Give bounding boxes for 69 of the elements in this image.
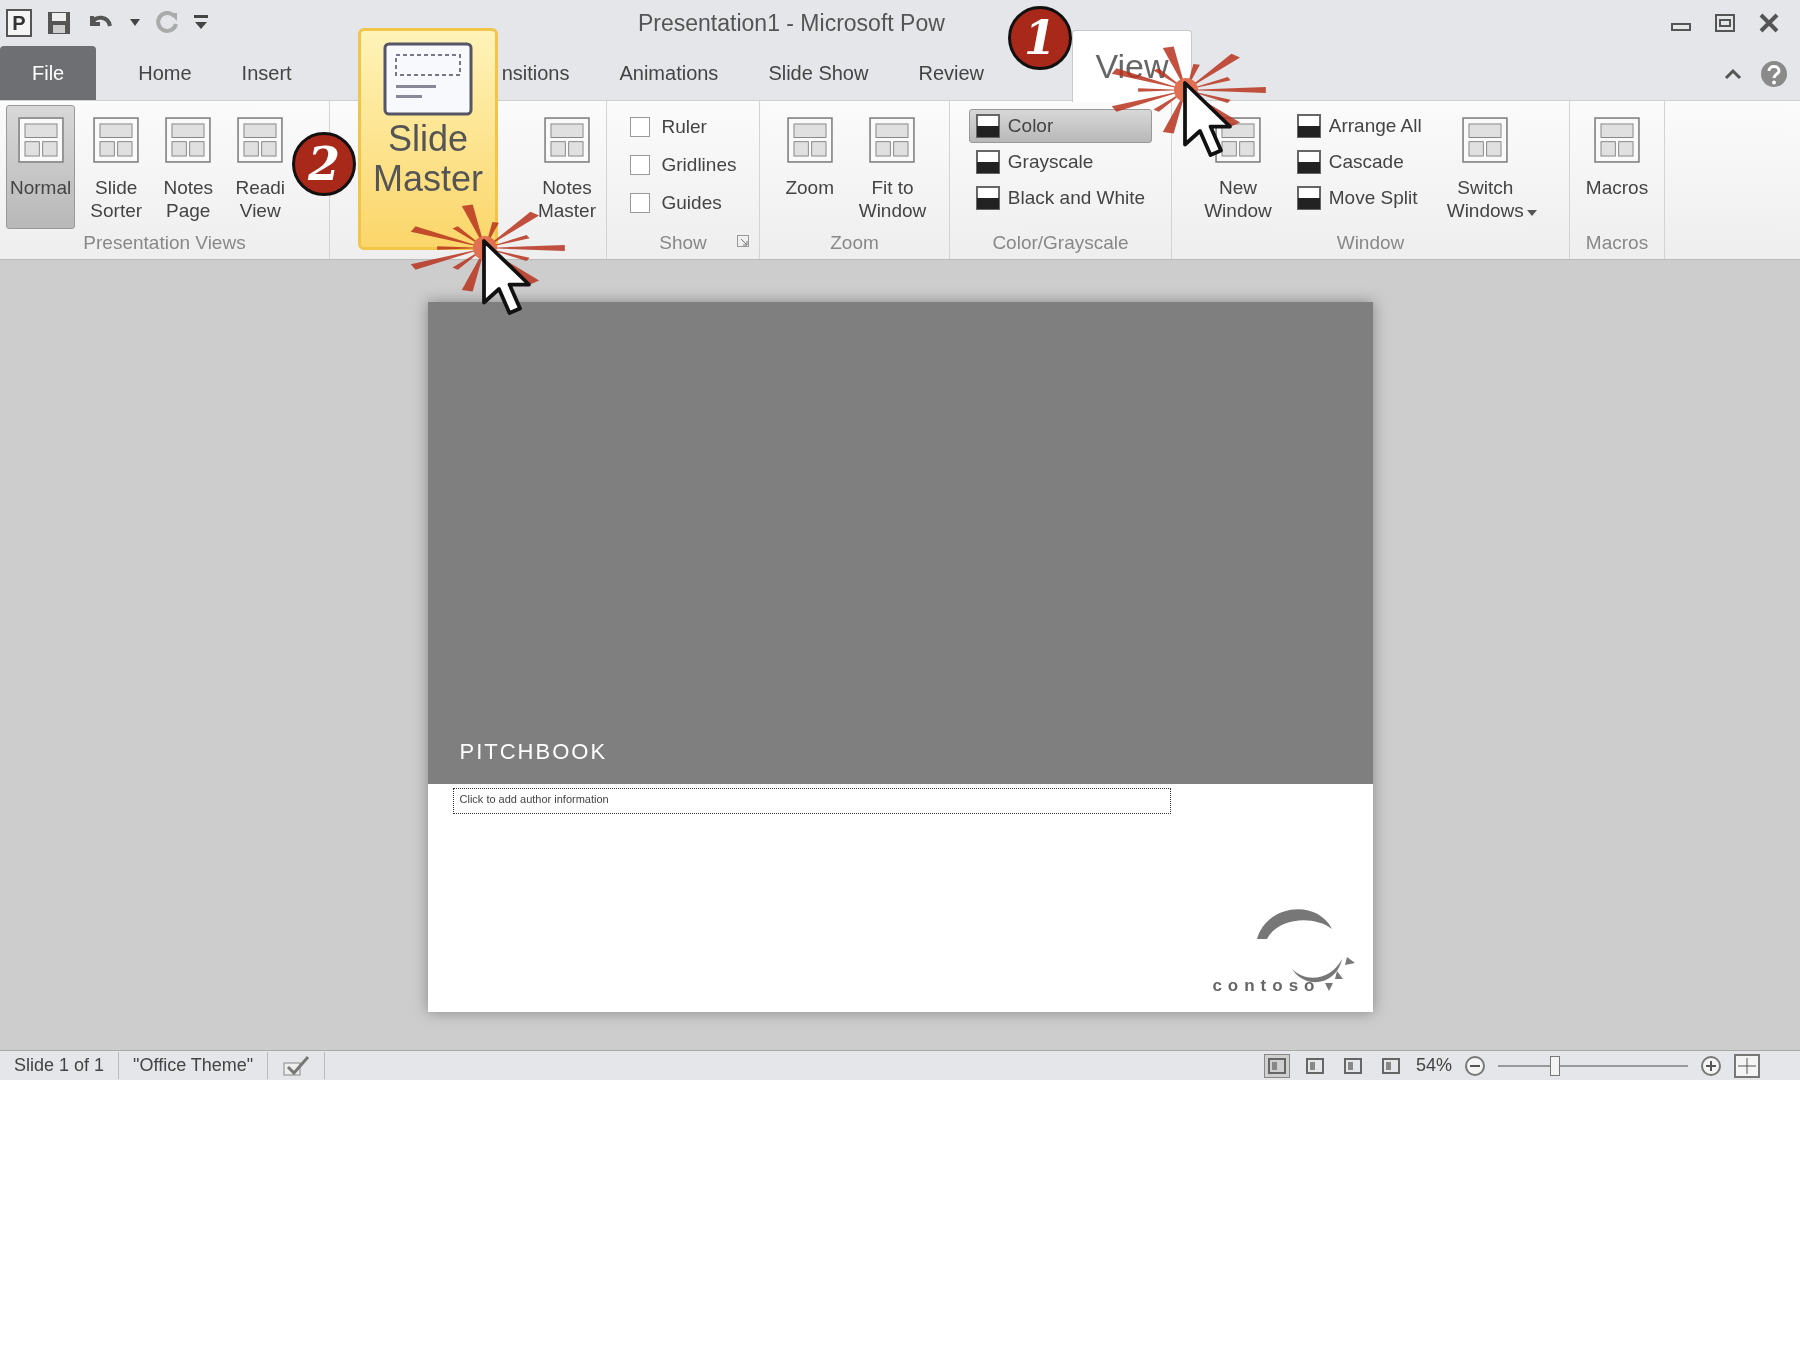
group-label: Show	[659, 232, 707, 253]
customize-icon[interactable]	[194, 15, 208, 31]
restore-icon[interactable]	[1714, 12, 1736, 34]
ribbon-button[interactable]: Cascade	[1289, 145, 1429, 179]
group-label: Color/Grayscale	[992, 232, 1129, 253]
ribbon-button[interactable]: Readi View	[229, 105, 292, 229]
slide-master-button[interactable]: Slide Master	[358, 28, 498, 250]
ribbon-tab[interactable]: Slide Show	[760, 58, 877, 100]
ribbon-tab[interactable]: Insert	[233, 58, 300, 100]
small-icon	[975, 114, 1000, 138]
zoom-in-icon[interactable]	[1700, 1054, 1722, 1077]
small-icon	[1296, 114, 1321, 138]
ribbon-tab[interactable]: Review	[910, 58, 992, 100]
app-icon: P	[6, 9, 32, 37]
cursor-icon	[481, 238, 533, 318]
small-icon	[1296, 186, 1321, 210]
zoom-out-icon[interactable]	[1464, 1054, 1486, 1077]
save-icon[interactable]	[46, 10, 72, 36]
step-number-badge: 1	[1008, 6, 1072, 70]
theme-name: "Office Theme"	[119, 1052, 269, 1079]
ribbon-button[interactable]: Normal	[6, 105, 76, 229]
view-icon	[1267, 1057, 1286, 1074]
dialog-launcher-icon[interactable]	[737, 235, 749, 247]
ribbon-tab[interactable]: File	[0, 46, 97, 100]
collapse-ribbon-icon[interactable]	[1724, 68, 1742, 80]
small-icon	[975, 150, 1000, 174]
window-title: Presentation1 - Microsoft Pow	[638, 8, 945, 38]
ribbon-button[interactable]: Notes Master	[533, 105, 600, 229]
logo-text: contoso	[1212, 974, 1321, 997]
slide-counter: Slide 1 of 1	[0, 1052, 120, 1079]
ribbon-button[interactable]: Grayscale	[968, 145, 1153, 179]
spellcheck-icon[interactable]	[282, 1055, 311, 1078]
checkbox[interactable]	[629, 193, 650, 213]
checkbox-label: Guides	[661, 190, 722, 215]
author-placeholder[interactable]: Click to add author information	[452, 788, 1171, 814]
checkbox[interactable]	[629, 117, 650, 137]
help-icon[interactable]	[1760, 60, 1788, 88]
ribbon-button[interactable]: Zoom	[778, 105, 841, 229]
view-icon	[1305, 1057, 1324, 1074]
ribbon-button[interactable]: Move Split	[1289, 181, 1429, 215]
cursor-icon	[1182, 80, 1234, 160]
ribbon-button[interactable]: Color	[968, 109, 1153, 143]
slide-title: PITCHBOOK	[459, 738, 608, 766]
view-button[interactable]	[1263, 1053, 1290, 1078]
ribbon-button[interactable]: Macros	[1581, 105, 1653, 229]
caret-icon[interactable]	[130, 19, 140, 27]
small-icon	[975, 186, 1000, 210]
checkbox[interactable]	[629, 155, 650, 175]
ribbon-button[interactable]: Arrange All	[1289, 109, 1429, 143]
ribbon-tab[interactable]: Animations	[611, 58, 727, 100]
ribbon-tab[interactable]: Home	[130, 58, 200, 100]
fit-window-icon[interactable]	[1734, 1053, 1760, 1078]
group-label: Presentation Views	[83, 232, 246, 253]
zoom-level: 54%	[1415, 1054, 1452, 1077]
slide-layout-icon	[382, 41, 474, 119]
ribbon-button[interactable]: Notes Page	[157, 105, 220, 229]
view-icon	[1381, 1057, 1400, 1074]
small-icon	[1296, 150, 1321, 174]
group-label: Macros	[1585, 232, 1649, 253]
checkbox-label: Gridlines	[661, 152, 737, 177]
ribbon-button[interactable]: Fit to Window	[854, 105, 931, 229]
group-label: Window	[1336, 232, 1405, 253]
ribbon-button[interactable]: Black and White	[968, 181, 1153, 215]
close-icon[interactable]	[1758, 12, 1780, 34]
view-icon	[1343, 1057, 1362, 1074]
ribbon-button[interactable]: Slide Sorter	[85, 105, 148, 229]
group-label: Zoom	[830, 232, 879, 253]
ribbon-button[interactable]: Switch Windows	[1442, 105, 1541, 229]
checkbox-label: Ruler	[661, 114, 707, 139]
